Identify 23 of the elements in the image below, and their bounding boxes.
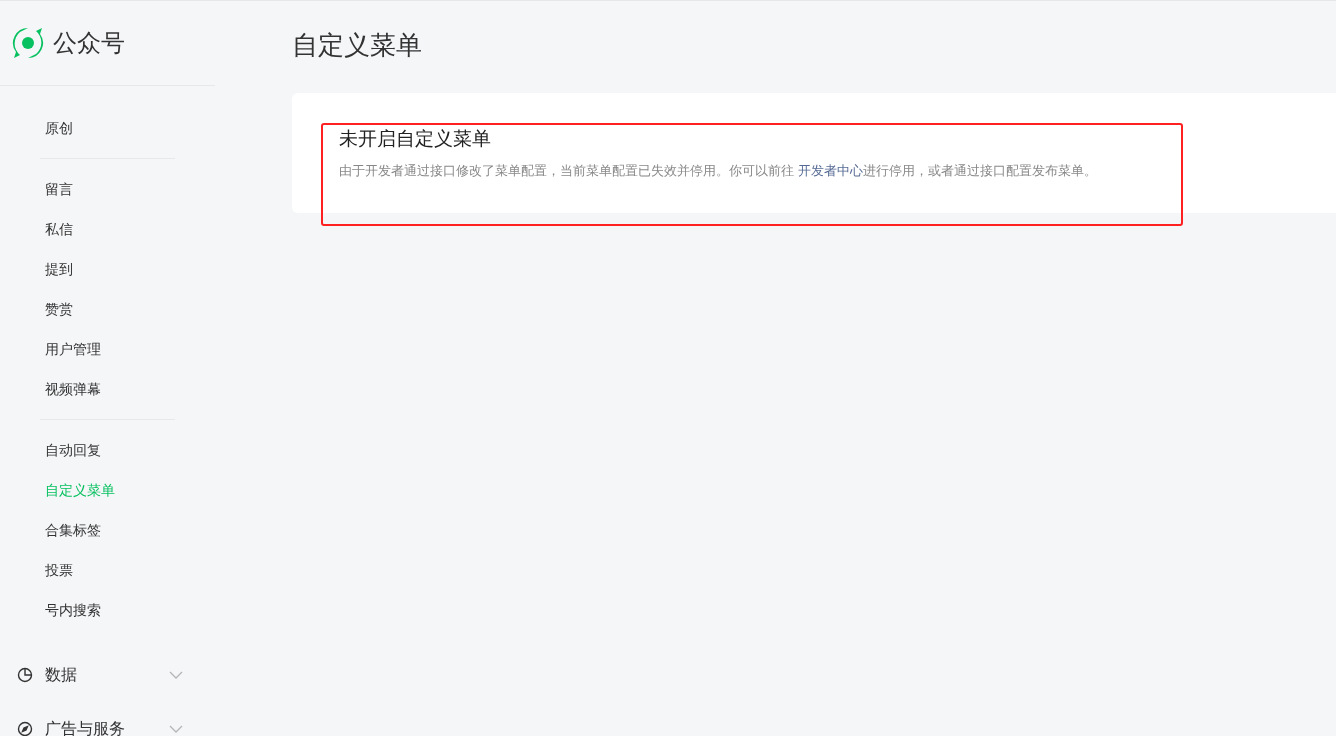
sidebar-item[interactable]: 投票: [45, 559, 73, 581]
compass-icon: [17, 721, 33, 736]
sidebar-item[interactable]: 原创: [45, 117, 73, 139]
sidebar-item[interactable]: 用户管理: [45, 338, 101, 360]
sidebar-item[interactable]: 号内搜索: [45, 599, 101, 621]
pie-chart-icon: [17, 667, 33, 683]
sidebar-section[interactable]: 数据: [0, 648, 215, 702]
developer-center-link[interactable]: 开发者中心: [797, 163, 863, 178]
notice-text: 由于开发者通过接口修改了菜单配置，当前菜单配置已失效并停用。你可以前往 开发者中心进行停用，或者通过接口配置发布菜单。: [339, 162, 1098, 180]
page-title: 自定义菜单: [292, 29, 423, 62]
section-label: 广告与服务: [45, 719, 126, 736]
sidebar-item[interactable]: 赞赏: [45, 298, 73, 320]
sidebar-item[interactable]: 留言: [45, 178, 73, 200]
sidebar-item[interactable]: 自动回复: [45, 439, 101, 461]
sidebar-item[interactable]: 视频弹幕: [45, 378, 101, 400]
sidebar-item[interactable]: 合集标签: [45, 519, 101, 541]
sidebar-item[interactable]: 私信: [45, 218, 73, 240]
app-name: 公众号: [53, 28, 125, 58]
notice-title: 未开启自定义菜单: [339, 127, 492, 151]
section-label: 数据: [45, 665, 78, 685]
sidebar-item[interactable]: 提到: [45, 258, 73, 280]
logo-icon: [11, 26, 45, 60]
sidebar-section[interactable]: 广告与服务: [0, 702, 215, 736]
